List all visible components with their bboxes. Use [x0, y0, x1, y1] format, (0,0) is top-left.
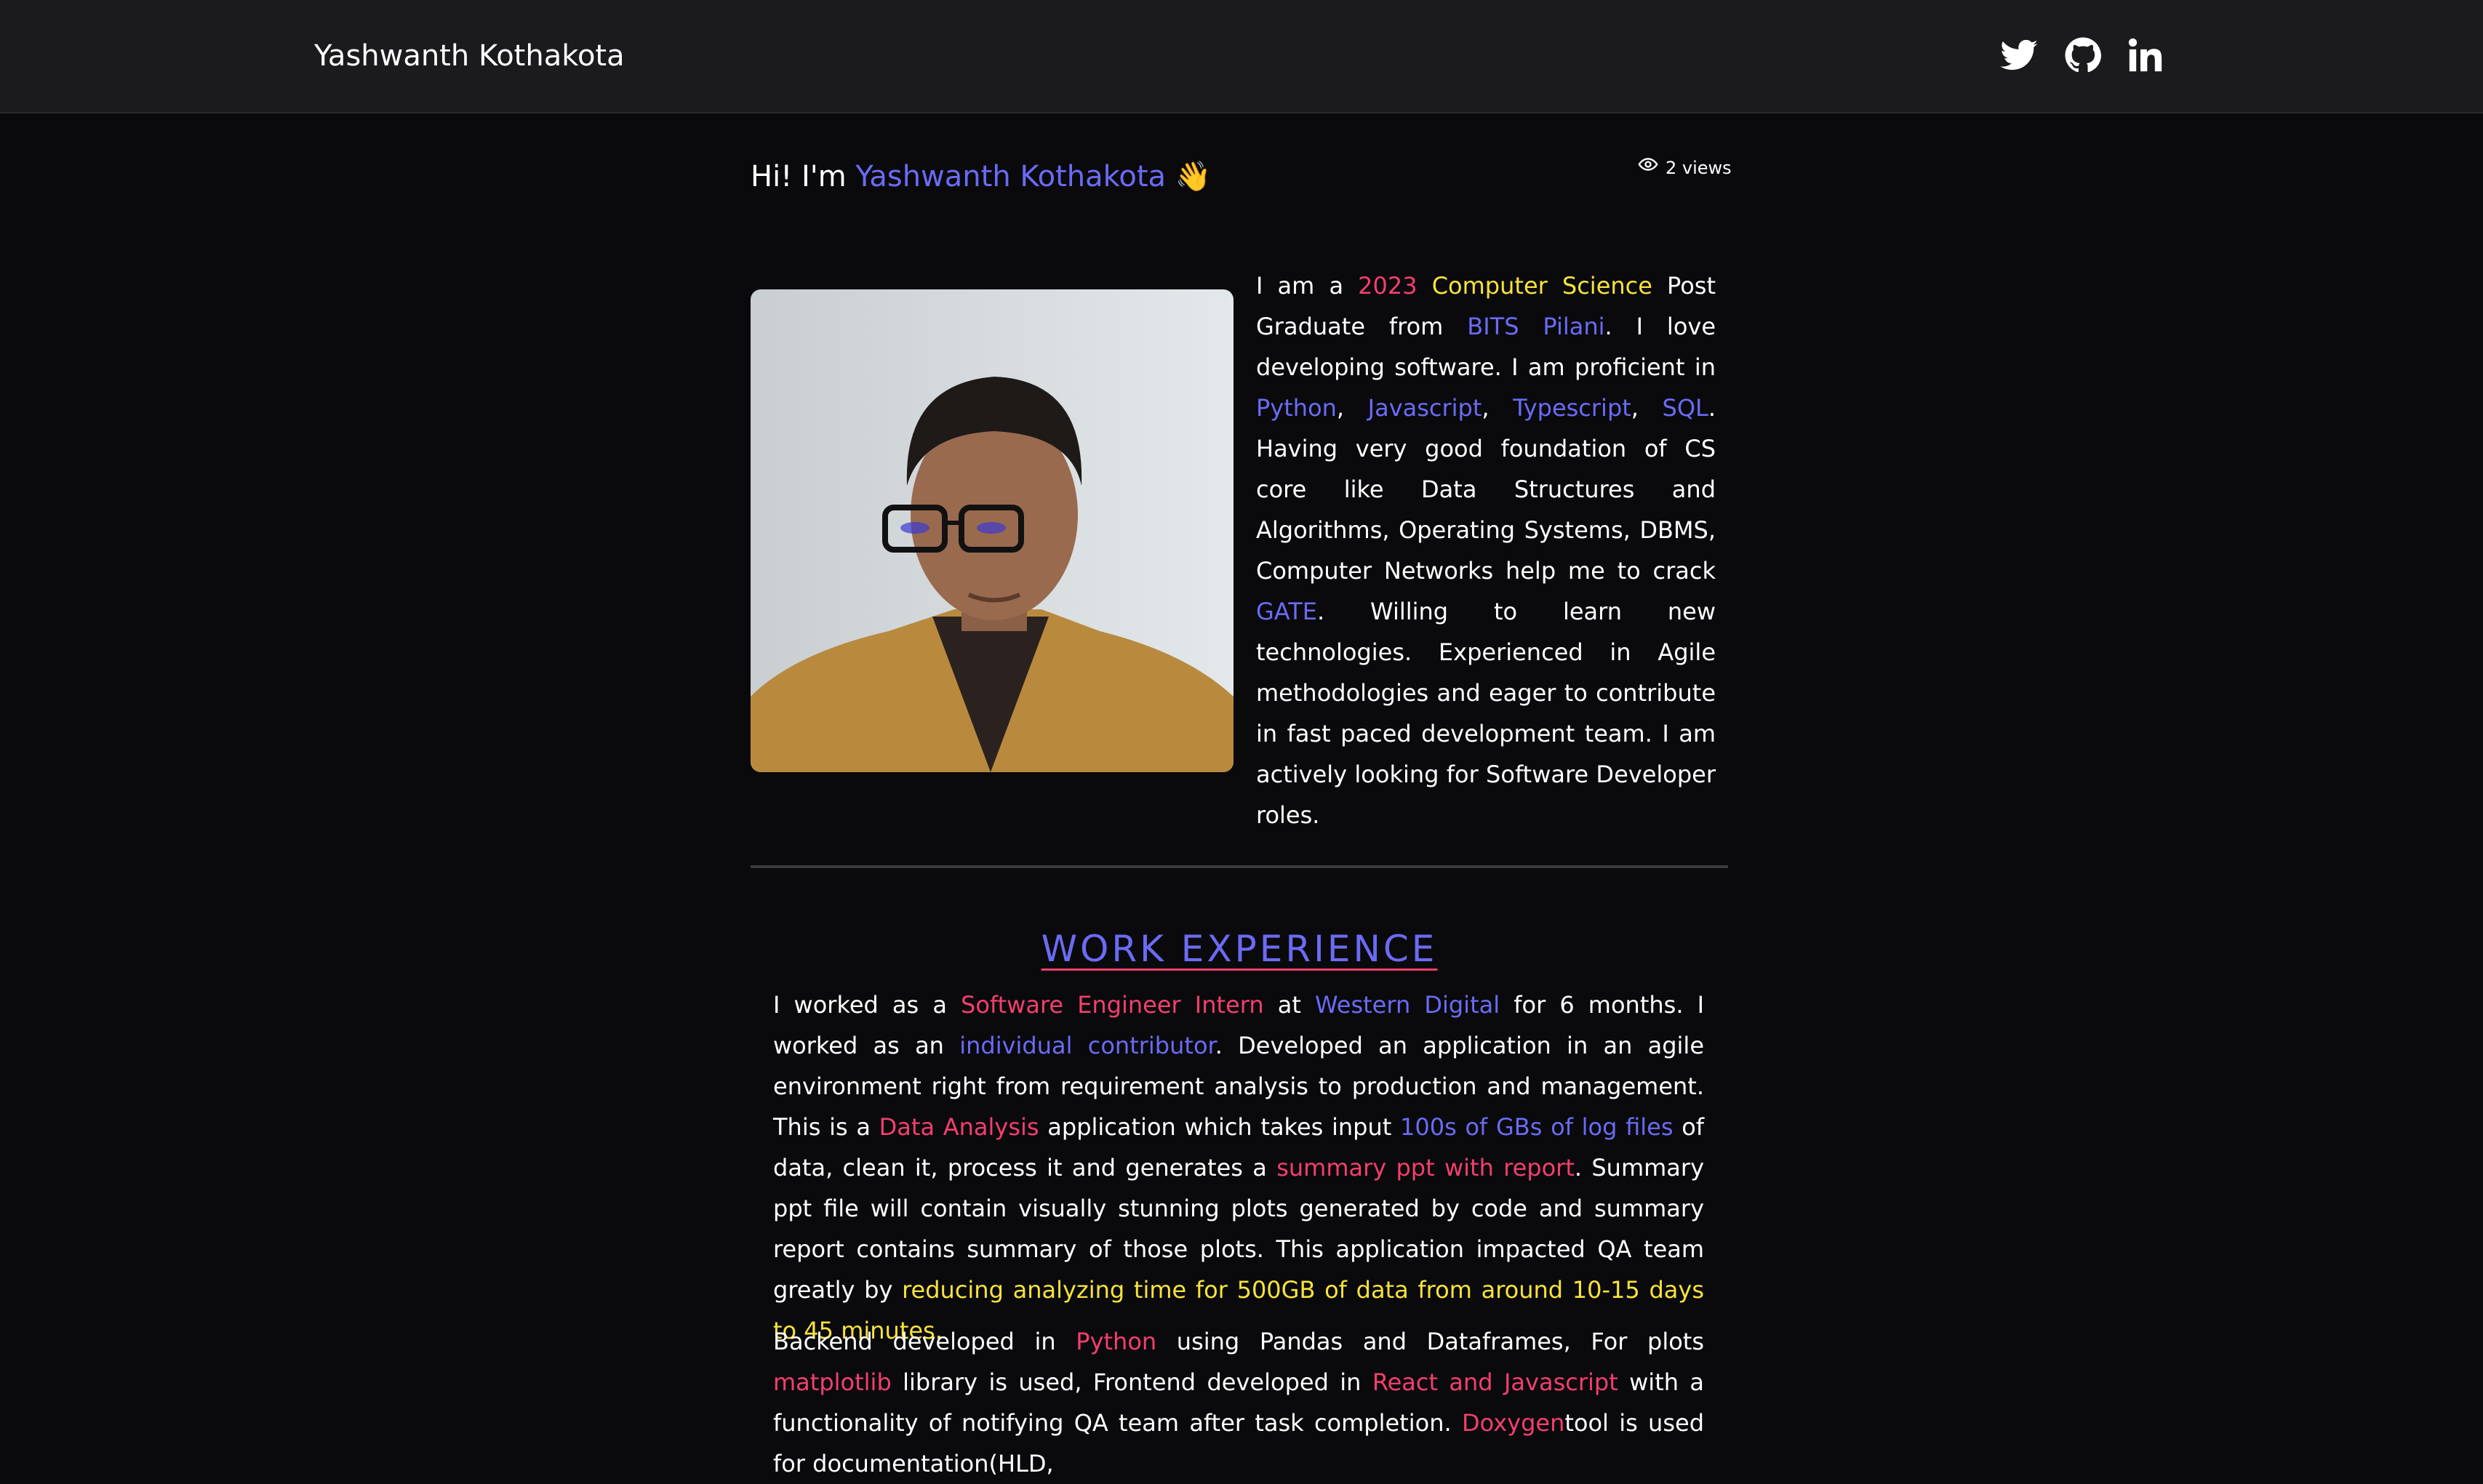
views-counter: 2 views	[1638, 154, 1732, 182]
bio-skill-typescript: Typescript	[1513, 394, 1631, 422]
bio-skill-sql: SQL	[1662, 394, 1708, 422]
eye-icon	[1638, 154, 1658, 182]
work-text: I worked as a	[773, 991, 961, 1019]
work-text: at	[1263, 991, 1315, 1019]
bio-text: . Willing to learn new technologies. Exp…	[1256, 598, 1716, 829]
views-count: 2 views	[1666, 158, 1732, 178]
bio-text: ,	[1482, 394, 1514, 422]
work-domain: Data Analysis	[879, 1113, 1039, 1141]
wave-emoji: 👋	[1175, 160, 1212, 193]
bio-text: ,	[1631, 394, 1663, 422]
bio-skill-python: Python	[1256, 394, 1337, 422]
work-experience-heading: WORK EXPERIENCE	[1041, 928, 1438, 970]
work-company: Western Digital	[1315, 991, 1500, 1019]
greeting-prefix: Hi! I'm	[751, 160, 856, 193]
bio-text	[1418, 272, 1432, 300]
bio-college: BITS Pilani	[1467, 313, 1605, 340]
work-role: Software Engineer Intern	[961, 991, 1264, 1019]
github-link[interactable]	[2063, 35, 2103, 76]
work-text: application which takes input	[1039, 1113, 1400, 1141]
bio-text: . Having very good foundation of CS core…	[1256, 394, 1716, 585]
twitter-icon	[1999, 35, 2039, 76]
work-frontend-stack: React and Javascript	[1372, 1368, 1618, 1396]
top-navbar: Yashwanth Kothakota	[0, 0, 2483, 113]
bio-text: ,	[1336, 394, 1368, 422]
brand-link[interactable]: Yashwanth Kothakota	[314, 36, 625, 76]
work-text: library is used, Frontend developed in	[891, 1368, 1372, 1396]
linkedin-link[interactable]	[2125, 35, 2166, 76]
github-icon	[2063, 35, 2103, 76]
work-text: using Pandas and Dataframes, For plots	[1156, 1328, 1705, 1355]
section-divider	[751, 865, 1728, 868]
profile-photo	[751, 289, 1233, 772]
greeting-heading: Hi! I'm Yashwanth Kothakota 👋	[751, 156, 1212, 198]
work-text: Backend developed in	[773, 1328, 1076, 1355]
hero-name: Yashwanth Kothakota	[855, 160, 1167, 193]
bio-exam: GATE	[1256, 598, 1317, 625]
work-contributor: individual contributor	[959, 1032, 1215, 1059]
work-plot-library: matplotlib	[773, 1368, 892, 1396]
twitter-link[interactable]	[1999, 35, 2039, 76]
bio-year: 2023	[1358, 272, 1418, 300]
work-doc-tool: Doxygen	[1461, 1409, 1565, 1437]
work-input: 100s of GBs of log files	[1400, 1113, 1674, 1141]
bio-field: Computer Science	[1431, 272, 1652, 300]
work-paragraph-2: Backend developed in Python using Pandas…	[773, 1321, 1704, 1484]
bio-skill-javascript: Javascript	[1367, 394, 1482, 422]
work-paragraph-1: I worked as a Software Engineer Intern a…	[773, 984, 1704, 1351]
bio-text: I am a	[1256, 272, 1359, 300]
work-output: summary ppt with report	[1276, 1154, 1575, 1182]
bio-paragraph: I am a 2023 Computer Science Post Gradua…	[1256, 265, 1716, 835]
work-backend-language: Python	[1076, 1328, 1157, 1355]
linkedin-icon	[2125, 35, 2166, 76]
